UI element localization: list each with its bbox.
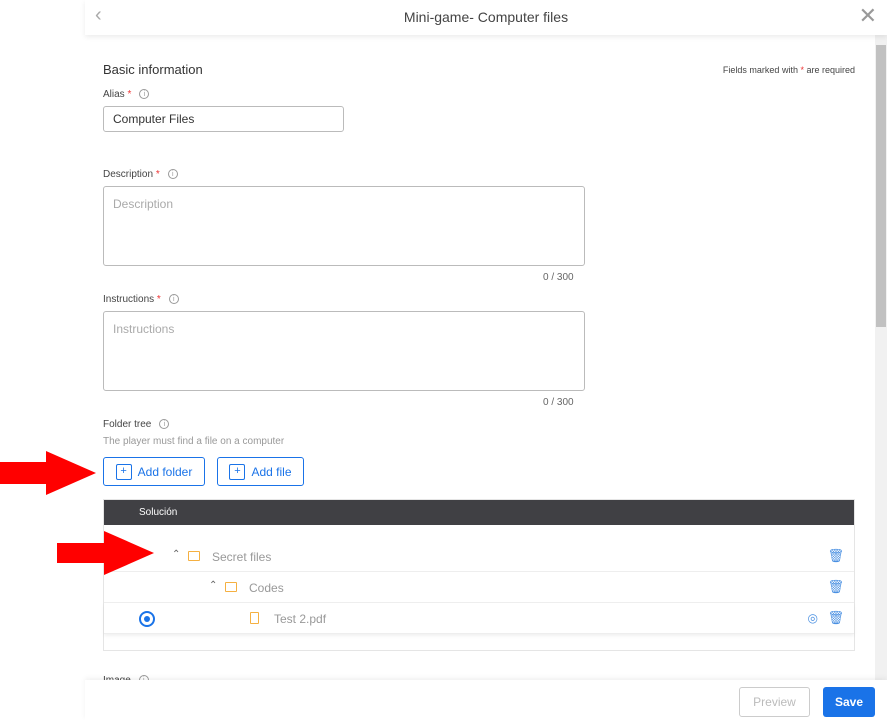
annotation-arrow-shaft [0, 462, 48, 484]
instructions-label-text: Instructions [103, 294, 155, 305]
required-note-text: are required [803, 65, 855, 75]
add-folder-button[interactable]: + Add folder [103, 457, 205, 486]
tree-item-name: Test 2.pdf [274, 612, 327, 626]
info-icon[interactable]: i [139, 89, 150, 100]
tree-item-name: Secret files [212, 550, 272, 564]
description-counter: 0 / 300 [543, 272, 574, 283]
radio-dot [144, 616, 150, 622]
add-folder-label: Add folder [137, 464, 193, 479]
required-note-text: Fields marked with [722, 65, 801, 75]
info-icon[interactable]: i [167, 169, 178, 180]
alias-label: Alias * i [103, 89, 150, 100]
instructions-label: Instructions * i [103, 294, 179, 305]
save-button[interactable]: Save [823, 687, 875, 717]
alias-label-text: Alias [103, 89, 125, 100]
add-file-button[interactable]: + Add file [217, 457, 304, 486]
scrollbar-thumb[interactable] [876, 45, 886, 327]
folder-plus-icon: + [115, 463, 132, 480]
close-icon[interactable]: ✕ [859, 3, 877, 29]
dialog-title: Mini-game- Computer files [403, 9, 569, 25]
chevron-up-icon[interactable]: ⌃ [172, 549, 180, 560]
folder-tree: Solución ⌃ Secret files 🗑 ⌃ Codes 🗑 Test… [103, 499, 855, 651]
subfolder-icon [225, 582, 237, 592]
required-star: * [127, 89, 132, 100]
tree-row[interactable]: ⌃ Secret files 🗑 [104, 541, 854, 572]
info-icon[interactable]: i [159, 419, 170, 430]
annotation-arrow-icon [46, 451, 96, 495]
folder-tree-label-text: Folder tree [103, 419, 152, 430]
scrollbar[interactable] [875, 35, 887, 680]
instructions-counter: 0 / 300 [543, 397, 574, 408]
tree-row[interactable]: ⌃ Codes 🗑 [104, 572, 854, 603]
description-label-text: Description [103, 169, 154, 180]
folder-tree-label: Folder tree i [103, 419, 170, 430]
preview-button[interactable]: Preview [739, 687, 810, 717]
folder-icon [188, 551, 200, 561]
required-star: * [156, 294, 161, 305]
eye-icon[interactable]: ◎ [808, 611, 818, 625]
folder-tree-hint: The player must find a file on a compute… [103, 436, 285, 447]
file-plus-icon: + [229, 463, 246, 480]
annotation-arrow-icon [104, 531, 154, 575]
trash-icon[interactable]: 🗑 [827, 610, 844, 626]
trash-icon[interactable]: 🗑 [827, 579, 844, 595]
section-title: Basic information [103, 62, 203, 77]
trash-icon[interactable]: 🗑 [827, 548, 844, 564]
annotation-arrow-shaft [57, 543, 107, 563]
info-icon[interactable]: i [168, 294, 179, 305]
description-label: Description * i [103, 169, 178, 180]
chevron-up-icon[interactable]: ⌃ [209, 580, 217, 591]
add-file-label: Add file [251, 464, 292, 479]
alias-input[interactable] [103, 106, 344, 132]
description-textarea[interactable]: Description [103, 186, 585, 266]
dialog-header: ‹ Mini-game- Computer files ✕ [85, 0, 887, 35]
instructions-textarea[interactable]: Instructions [103, 311, 585, 391]
required-star: * [155, 169, 160, 180]
tree-row[interactable]: Test 2.pdf ◎ 🗑 [104, 603, 854, 634]
solution-radio[interactable] [139, 611, 155, 627]
required-note: Fields marked with * are required [723, 65, 855, 75]
tree-header: Solución [104, 500, 854, 525]
file-icon [250, 612, 259, 624]
tree-item-name: Codes [249, 581, 284, 595]
dialog-footer: Preview Save [85, 680, 887, 720]
